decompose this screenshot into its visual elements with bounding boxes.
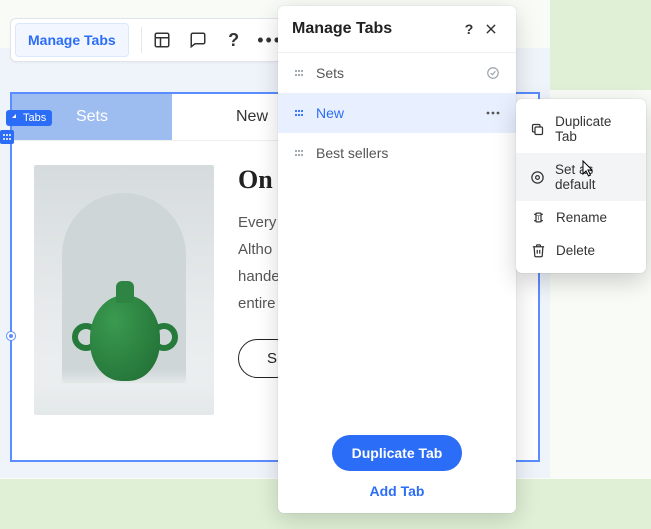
row-more-icon[interactable] <box>484 111 502 115</box>
editor-toolbar: Manage Tabs ? ••• <box>10 18 293 62</box>
tab-row-label: Sets <box>316 65 474 81</box>
panel-actions: Duplicate Tab Add Tab <box>278 421 516 513</box>
resize-handle[interactable] <box>7 332 15 340</box>
duplicate-tab-button[interactable]: Duplicate Tab <box>332 435 463 471</box>
product-image <box>34 165 214 415</box>
trash-icon <box>530 243 546 258</box>
target-icon <box>530 170 545 185</box>
tab-row-bestsellers[interactable]: Best sellers <box>278 133 516 173</box>
tab-row-new[interactable]: New <box>278 93 516 133</box>
toolbar-separator <box>141 27 142 53</box>
rename-icon: T <box>530 210 546 225</box>
help-icon[interactable]: ? <box>216 23 252 57</box>
context-menu: Duplicate Tab Set as default T Rename De… <box>516 99 646 273</box>
ctx-label: Rename <box>556 210 607 225</box>
manage-tabs-button[interactable]: Manage Tabs <box>15 23 129 57</box>
ctx-duplicate-tab[interactable]: Duplicate Tab <box>516 105 646 153</box>
background-band-top <box>550 0 651 90</box>
svg-text:T: T <box>536 215 540 222</box>
tab-row-label: New <box>316 105 474 121</box>
panel-header: Manage Tabs ? <box>278 6 516 53</box>
drag-dots-icon <box>292 148 306 158</box>
panel-close-icon[interactable] <box>480 22 502 36</box>
pointer-cursor-icon <box>578 160 596 185</box>
tabs-chip-label: Tabs <box>23 112 46 124</box>
layout-icon[interactable] <box>144 23 180 57</box>
ctx-delete[interactable]: Delete <box>516 234 646 267</box>
default-badge-icon <box>484 66 502 80</box>
tabs-element-chip[interactable]: Tabs <box>6 110 52 126</box>
add-tab-link[interactable]: Add Tab <box>370 483 425 499</box>
panel-help-icon[interactable]: ? <box>458 21 480 37</box>
drag-dots-icon <box>292 68 306 78</box>
manage-tabs-panel: Manage Tabs ? Sets New Best sellers Dupl… <box>278 6 516 513</box>
ctx-label: Duplicate Tab <box>555 114 632 144</box>
ctx-label: Delete <box>556 243 595 258</box>
chat-icon[interactable] <box>180 23 216 57</box>
panel-title: Manage Tabs <box>292 20 458 38</box>
drag-handle-icon[interactable] <box>0 130 14 144</box>
tab-row-label: Best sellers <box>316 145 474 161</box>
drag-dots-icon <box>292 108 306 118</box>
duplicate-icon <box>530 122 545 137</box>
tab-row-sets[interactable]: Sets <box>278 53 516 93</box>
ctx-rename[interactable]: T Rename <box>516 201 646 234</box>
panel-spacer <box>278 173 516 421</box>
